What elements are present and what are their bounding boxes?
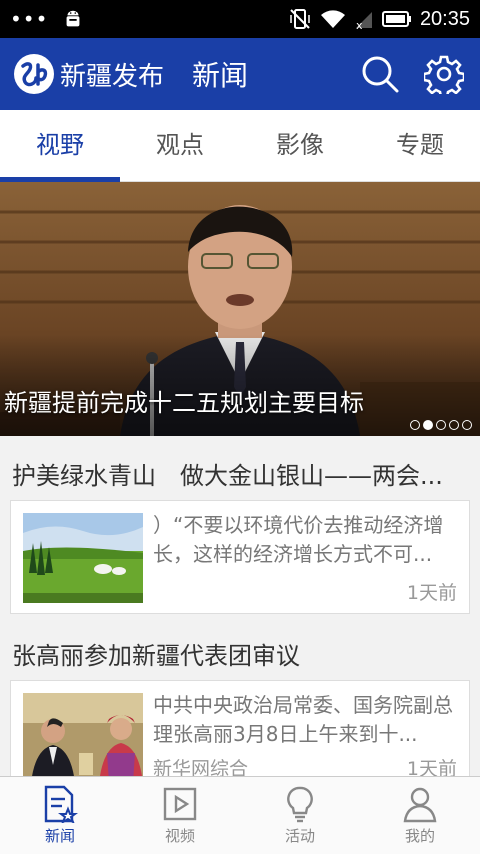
pager-dot	[462, 420, 472, 430]
nav-activity[interactable]: 活动	[240, 777, 360, 854]
article-card[interactable]: ）“不要以环境代价去推动经济增长，这样的经济增长方式不可... 1天前	[10, 500, 470, 614]
battery-icon	[381, 11, 411, 27]
news-icon	[44, 785, 78, 823]
video-icon	[163, 787, 197, 821]
pager-dot	[449, 420, 459, 430]
hero-caption: 新疆提前完成十二五规划主要目标	[4, 389, 364, 417]
hero-carousel[interactable]: 新疆提前完成十二五规划主要目标	[0, 182, 480, 436]
xinjiang-logo-icon	[15, 55, 53, 93]
status-bar: ••• x 20:35	[0, 0, 480, 38]
meeting-image	[23, 693, 143, 783]
article-title[interactable]: 张高丽参加新疆代表团审议	[12, 636, 468, 671]
grassland-image	[23, 513, 143, 603]
article-card[interactable]: 中共中央政治局常委、国务院副总理张高丽3月8日上午来到十... 新华网综合 1天…	[10, 680, 470, 790]
pager-dot	[436, 420, 446, 430]
android-icon	[66, 10, 80, 27]
bottom-navigation: 新闻 视频 活动 我的	[0, 776, 480, 854]
search-icon	[362, 56, 399, 93]
gear-icon	[424, 55, 464, 94]
vibrate-off-icon	[290, 9, 310, 29]
article-summary: ）“不要以环境代价去推动经济增长，这样的经济增长方式不可...	[153, 513, 444, 566]
nav-activity-label: 活动	[284, 827, 315, 845]
app-logo	[14, 54, 54, 94]
svg-text:x: x	[356, 19, 363, 30]
app-header: 新疆发布 新闻	[0, 38, 480, 110]
article-thumbnail	[23, 513, 143, 603]
category-tabs: 视野 观点 影像 专题	[0, 110, 480, 182]
notification-dots-icon: •••	[10, 7, 49, 31]
nav-profile[interactable]: 我的	[360, 777, 480, 854]
article-title[interactable]: 护美绿水青山 做大金山银山——两会...	[12, 456, 468, 491]
pager-dot-active	[423, 420, 433, 430]
nav-news[interactable]: 新闻	[0, 777, 120, 854]
tab-shiye[interactable]: 视野	[0, 110, 120, 182]
wifi-icon	[320, 10, 345, 28]
tab-yingxiang[interactable]: 影像	[240, 110, 360, 181]
search-button[interactable]	[358, 52, 402, 96]
nav-video-label: 视频	[164, 827, 195, 845]
nav-news-label: 新闻	[44, 827, 75, 845]
article-thumbnail	[23, 693, 143, 783]
tab-zhuanti[interactable]: 专题	[360, 110, 480, 181]
tab-guandian[interactable]: 观点	[120, 110, 240, 181]
nav-video[interactable]: 视频	[120, 777, 240, 854]
carousel-pager	[410, 420, 472, 430]
activity-icon	[287, 786, 313, 823]
pager-dot	[410, 420, 420, 430]
app-brand: 新疆发布	[60, 61, 165, 92]
page-title: 新闻	[192, 59, 249, 92]
article-time: 1天前	[406, 582, 457, 604]
settings-button[interactable]	[422, 52, 466, 96]
clock: 20:35	[419, 7, 470, 30]
nav-profile-label: 我的	[404, 827, 435, 845]
profile-icon	[403, 787, 437, 823]
signal-icon: x	[355, 12, 372, 30]
article-summary: 中共中央政治局常委、国务院副总理张高丽3月8日上午来到十...	[153, 693, 453, 746]
